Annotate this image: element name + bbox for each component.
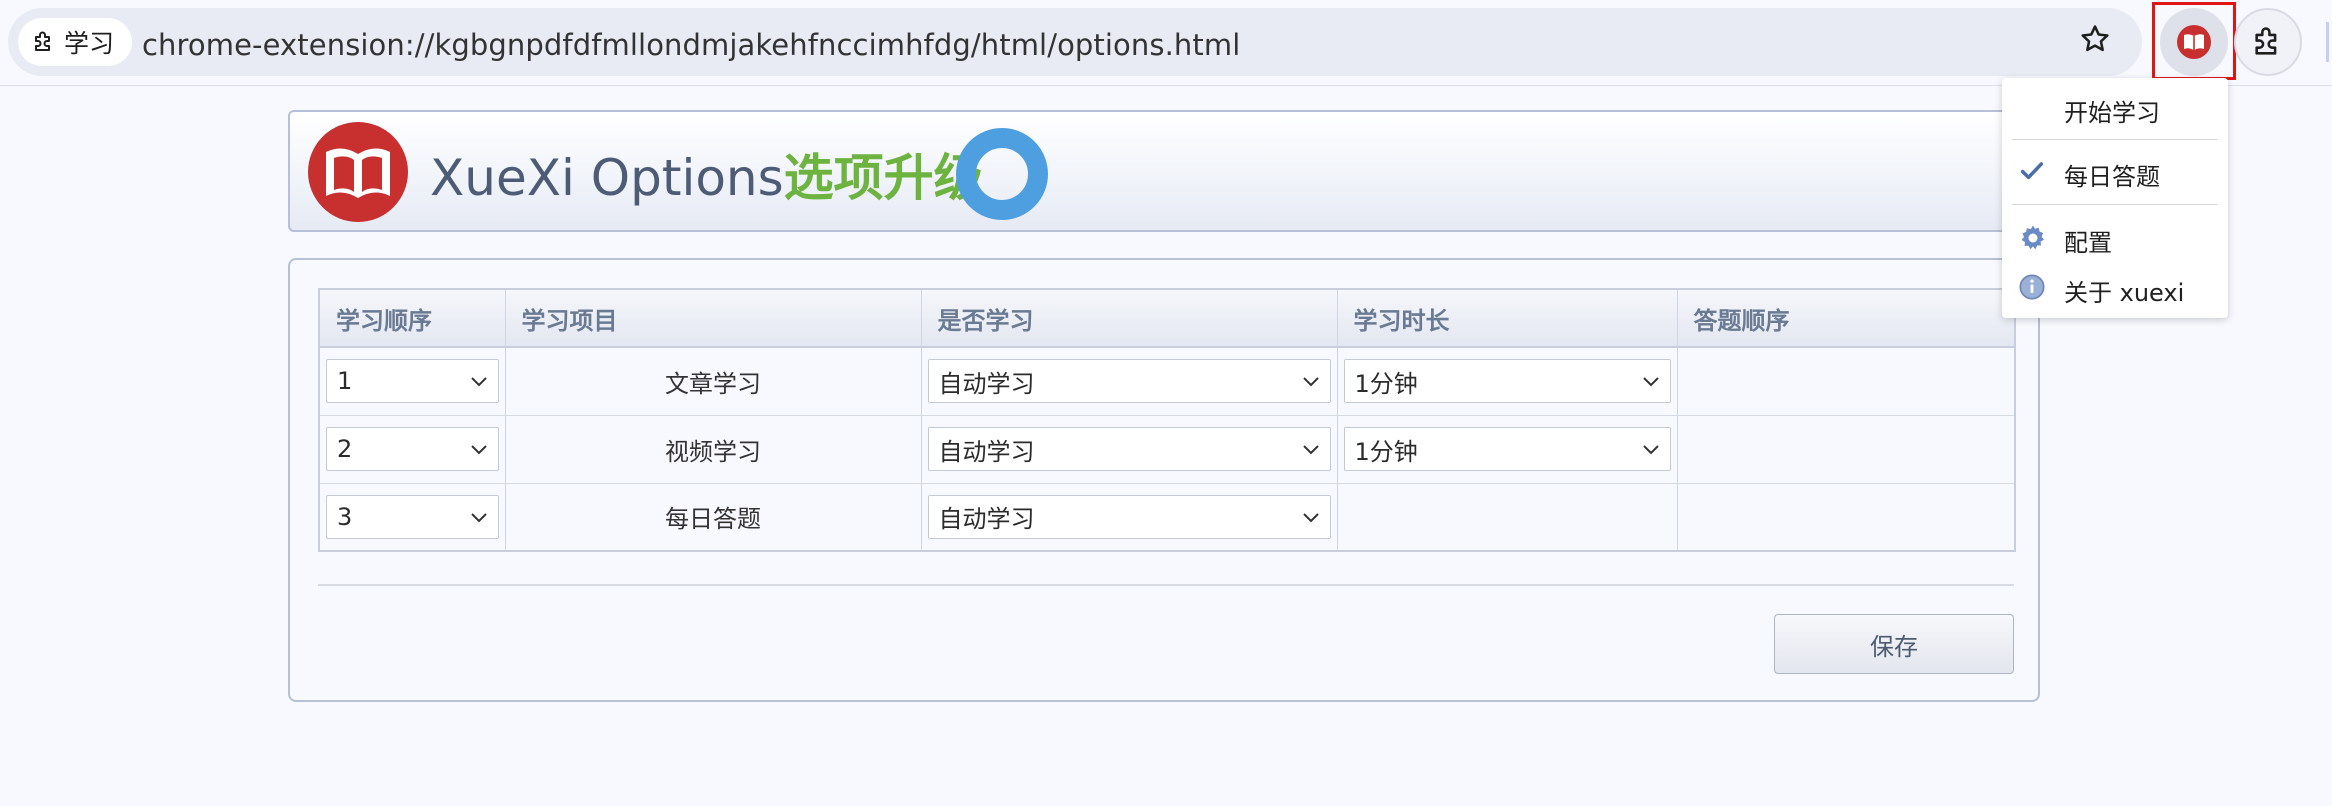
column-header: 答题顺序 [1677, 289, 2016, 348]
checkmark-icon [2020, 162, 2044, 180]
order-select[interactable]: 1 [326, 359, 499, 404]
learn-mode-select[interactable]: 自动学习 [927, 494, 1331, 539]
extension-puzzle-icon [35, 31, 50, 51]
extension-popup-menu: 开始学习 每日答题 配置 关于 xuexi [2002, 78, 2228, 318]
divider [318, 584, 2014, 586]
table-row: 2 视频学习 自动学习 1分钟 [319, 415, 2016, 484]
answer-order-cell [1677, 415, 2016, 484]
page-title: XueXi Options选项升级 [430, 138, 984, 210]
book-icon [326, 148, 390, 198]
gear-icon [2021, 225, 2044, 250]
extension-highlight-box [2152, 2, 2236, 80]
url-text[interactable]: chrome-extension://kgbgnpdfdfmllondmjake… [142, 28, 1240, 62]
chevron-down-icon [1302, 445, 1319, 455]
site-chip-label: 学习 [64, 29, 115, 58]
info-icon [2019, 274, 2045, 300]
answer-order-cell [1677, 347, 2016, 416]
table-row: 1 文章学习 自动学习 1分钟 [319, 347, 2016, 416]
toolbar-edge [2326, 22, 2329, 62]
learn-mode-select[interactable]: 自动学习 [927, 427, 1331, 471]
options-content: 学习顺序 学习项目 是否学习 学习时长 答题顺序 1 文章学习 自动学习 1分钟… [288, 258, 2040, 702]
column-header: 学习时长 [1337, 289, 1678, 348]
answer-order-cell [1677, 483, 2016, 552]
item-name: 视频学习 [505, 415, 922, 484]
order-select[interactable]: 2 [326, 427, 499, 471]
save-button[interactable]: 保存 [1774, 614, 2014, 674]
page-title-main: XueXi Options [430, 149, 784, 207]
page-title-accent: 选项升级 [783, 149, 984, 207]
item-name: 文章学习 [505, 347, 922, 416]
menu-separator [2012, 204, 2218, 205]
chevron-down-icon [1302, 513, 1319, 523]
column-header: 学习顺序 [319, 289, 506, 348]
options-header: XueXi Options选项升级 [288, 110, 2040, 232]
xuexi-logo [308, 122, 408, 222]
chevron-down-icon [470, 377, 487, 387]
menu-item-start-study[interactable]: 开始学习 [2002, 82, 2228, 132]
menu-item-about[interactable]: 关于 xuexi [2002, 262, 2228, 312]
menu-item-daily-quiz[interactable]: 每日答题 [2002, 146, 2228, 196]
column-header: 是否学习 [921, 289, 1338, 348]
menu-item-settings[interactable]: 配置 [2002, 212, 2228, 262]
menu-separator [2012, 139, 2218, 140]
loading-ring-icon [956, 128, 1048, 220]
puzzle-icon [2255, 27, 2277, 55]
chevron-down-icon [470, 513, 487, 523]
bookmark-star-icon[interactable] [2078, 22, 2112, 56]
order-select[interactable]: 3 [326, 494, 499, 539]
table-row: 3 每日答题 自动学习 [319, 483, 2016, 552]
duration-cell [1337, 483, 1678, 552]
column-header: 学习项目 [505, 289, 922, 348]
duration-select[interactable]: 1分钟 [1343, 359, 1671, 404]
table-header-row: 学习顺序 学习项目 是否学习 学习时长 答题顺序 [319, 289, 2016, 348]
chevron-down-icon [1642, 377, 1659, 387]
address-bar[interactable]: 学习 chrome-extension://kgbgnpdfdfmllondmj… [8, 8, 2142, 76]
chevron-down-icon [470, 445, 487, 455]
site-info-chip[interactable]: 学习 [18, 18, 132, 66]
duration-select[interactable]: 1分钟 [1343, 427, 1671, 471]
study-options-table: 学习顺序 学习项目 是否学习 学习时长 答题顺序 1 文章学习 自动学习 1分钟… [318, 288, 2016, 552]
browser-toolbar: 学习 chrome-extension://kgbgnpdfdfmllondmj… [0, 0, 2332, 86]
item-name: 每日答题 [505, 483, 922, 552]
chevron-down-icon [1302, 377, 1319, 387]
extensions-menu-button[interactable] [2234, 8, 2302, 76]
chevron-down-icon [1642, 445, 1659, 455]
learn-mode-select[interactable]: 自动学习 [927, 359, 1331, 404]
